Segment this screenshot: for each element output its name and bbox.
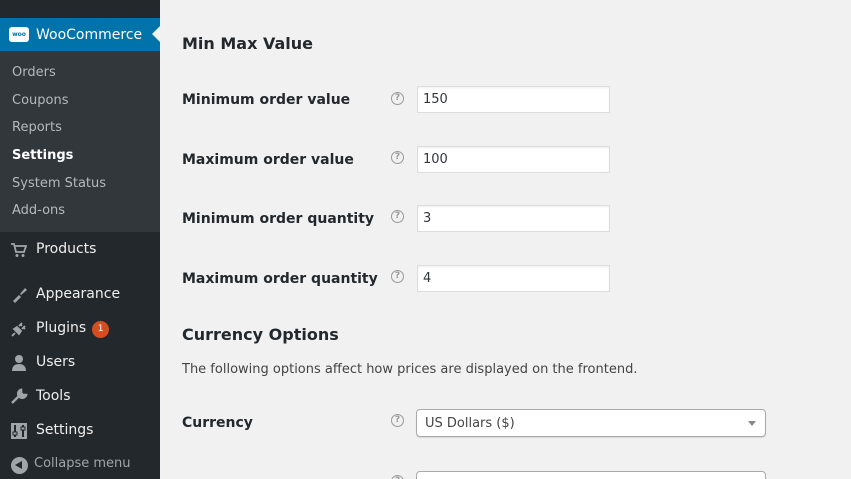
- sidebar-item-woocommerce[interactable]: woo WooCommerce: [0, 18, 160, 51]
- woocommerce-submenu: Orders Coupons Reports Settings System S…: [0, 51, 160, 232]
- sidebar-item-label: Settings: [36, 422, 94, 438]
- sidebar-item-label: Appearance: [36, 286, 121, 302]
- sidebar-item-products[interactable]: Products: [0, 239, 160, 261]
- sidebar-item-plugins-label: Plugins 1: [36, 320, 110, 338]
- max-order-value-input[interactable]: [417, 146, 610, 173]
- help-icon[interactable]: ?: [391, 270, 404, 283]
- sliders-icon: [9, 421, 29, 441]
- plug-icon: [9, 319, 29, 339]
- field-label-min-order-value: Minimum order value: [182, 92, 351, 108]
- help-icon[interactable]: ?: [391, 414, 404, 427]
- min-order-value-input[interactable]: [417, 86, 610, 113]
- sidebar-item-label: Users: [36, 354, 76, 370]
- submenu-system-status[interactable]: System Status: [12, 176, 106, 191]
- section-title-min-max: Min Max Value: [182, 34, 314, 53]
- sidebar-item-label: WooCommerce: [36, 26, 143, 43]
- help-icon[interactable]: ?: [391, 475, 404, 479]
- submenu-orders[interactable]: Orders: [12, 65, 56, 80]
- sidebar-item-settings[interactable]: Settings: [0, 420, 160, 442]
- field-label-max-order-quantity: Maximum order quantity: [182, 271, 378, 287]
- next-option-select[interactable]: [416, 471, 766, 479]
- min-order-quantity-input[interactable]: [417, 205, 610, 232]
- submenu-add-ons[interactable]: Add-ons: [12, 203, 65, 218]
- collapse-arrow-icon: [9, 455, 29, 475]
- sidebar-item-plugins[interactable]: Plugins 1: [0, 318, 160, 340]
- submenu-settings[interactable]: Settings: [12, 148, 73, 163]
- sidebar-item-label: Tools: [36, 388, 71, 404]
- collapse-menu-label: Collapse menu: [34, 456, 131, 471]
- submenu-coupons[interactable]: Coupons: [12, 93, 69, 108]
- help-icon[interactable]: ?: [391, 151, 404, 164]
- paintbrush-icon: [9, 285, 29, 305]
- cart-icon: [9, 240, 29, 260]
- admin-sidebar: woo WooCommerce Orders Coupons Reports S…: [0, 0, 160, 479]
- field-label-currency: Currency: [182, 415, 253, 431]
- sidebar-item-tools[interactable]: Tools: [0, 386, 160, 408]
- chevron-down-icon: [748, 421, 756, 426]
- sidebar-item-label: Products: [36, 241, 97, 257]
- user-icon: [9, 353, 29, 373]
- currency-selected-value: US Dollars ($): [425, 416, 515, 431]
- sidebar-item-users[interactable]: Users: [0, 352, 160, 374]
- max-order-quantity-input[interactable]: [417, 265, 610, 292]
- plugins-update-count: 1: [92, 321, 110, 338]
- help-icon[interactable]: ?: [391, 92, 404, 105]
- currency-select[interactable]: US Dollars ($): [416, 409, 766, 437]
- sidebar-item-appearance[interactable]: Appearance: [0, 284, 160, 306]
- woocommerce-icon: woo: [9, 25, 29, 45]
- submenu-reports[interactable]: Reports: [12, 120, 62, 135]
- help-icon[interactable]: ?: [391, 210, 404, 223]
- field-label-min-order-quantity: Minimum order quantity: [182, 211, 375, 227]
- field-label-max-order-value: Maximum order value: [182, 152, 354, 168]
- settings-content: Min Max Value Minimum order value ? Maxi…: [160, 0, 851, 479]
- collapse-menu-button[interactable]: Collapse menu: [0, 454, 160, 476]
- wrench-icon: [9, 387, 29, 407]
- currency-description: The following options affect how prices …: [182, 362, 638, 377]
- section-title-currency: Currency Options: [182, 325, 339, 344]
